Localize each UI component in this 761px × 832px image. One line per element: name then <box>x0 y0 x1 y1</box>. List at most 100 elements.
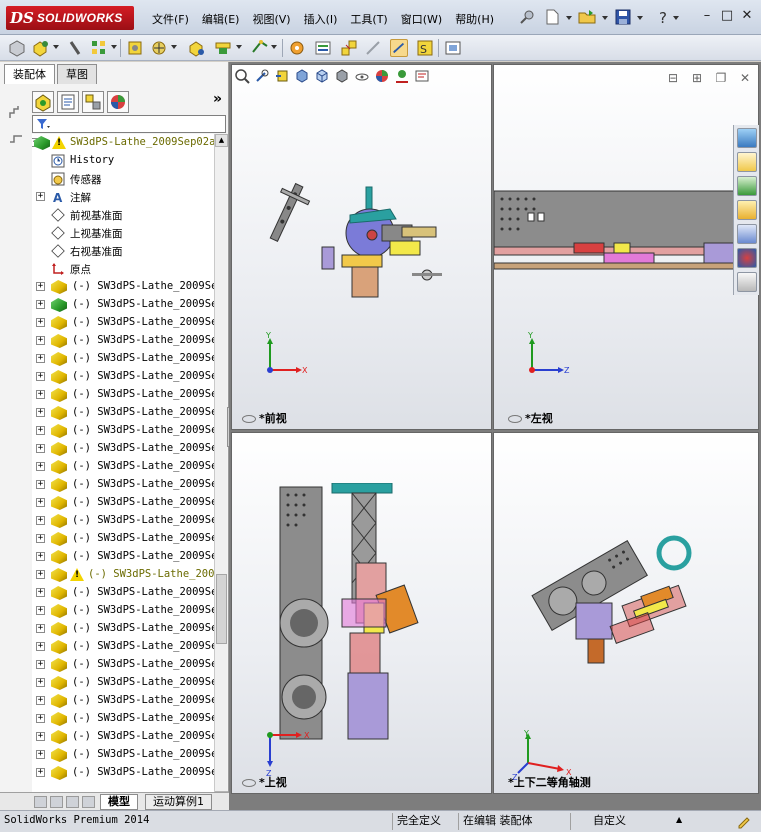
expand-toggle[interactable]: + <box>36 516 45 525</box>
edit-appearance-icon[interactable] <box>374 68 390 84</box>
view-orientation-icon[interactable] <box>314 68 330 84</box>
tree-component[interactable]: + (-) SW3dPS-Lathe_2009Sep <box>32 512 214 530</box>
chevron-down-icon[interactable] <box>171 45 177 49</box>
chevron-down-icon[interactable] <box>673 16 679 20</box>
tree-component[interactable]: + (-) SW3dPS-Lathe_2009Sep <box>32 296 214 314</box>
assembly-icon[interactable] <box>8 39 26 57</box>
configurationmanager-tab[interactable] <box>82 91 104 113</box>
tree-component[interactable]: + (-) SW3dPS-Lathe_2009Sep <box>32 746 214 764</box>
tree-component[interactable]: + (-) SW3dPS-Lathe_2009Sep <box>32 710 214 728</box>
restore-button[interactable]: □ <box>717 6 737 26</box>
move-component-icon[interactable] <box>150 39 168 57</box>
expand-toggle[interactable]: + <box>36 768 45 777</box>
tree-component[interactable]: + (-) SW3dPS-Lathe_2009Sep <box>32 332 214 350</box>
expand-toggle[interactable]: + <box>36 426 45 435</box>
tree-scrollbar[interactable]: ▲ ▼ <box>214 134 228 804</box>
tree-component[interactable]: + (-) SW3dPS-Lathe_2009Sep <box>32 692 214 710</box>
zoom-to-fit-icon[interactable] <box>234 68 250 84</box>
chevron-down-icon[interactable] <box>637 16 643 20</box>
close-button[interactable]: ✕ <box>737 6 757 26</box>
expand-toggle[interactable]: + <box>36 498 45 507</box>
expand-toggle[interactable]: + <box>36 462 45 471</box>
exploded-view-icon[interactable] <box>340 39 358 57</box>
tree-component[interactable]: + (-) SW3dPS-Lathe_2009Sep <box>32 530 214 548</box>
tree-component[interactable]: + (-) SW3dPS-Lathe_2009S <box>32 566 214 584</box>
section-view-icon[interactable] <box>294 68 310 84</box>
take-snapshot-icon[interactable] <box>444 39 462 57</box>
design-library-icon[interactable] <box>737 176 757 196</box>
split-vertical-icon[interactable]: ⊞ <box>690 71 704 85</box>
expand-toggle[interactable]: + <box>36 318 45 327</box>
tree-component[interactable]: + (-) SW3dPS-Lathe_2009Sep <box>32 638 214 656</box>
featuremanager-tab[interactable] <box>32 91 54 113</box>
tree-component[interactable]: + (-) SW3dPS-Lathe_2009Sep <box>32 764 214 782</box>
menu-view[interactable]: 视图(V) <box>246 9 296 29</box>
reference-geometry-icon[interactable] <box>251 39 269 57</box>
tree-feature[interactable]: 右视基准面 <box>32 242 214 260</box>
displaymanager-tab[interactable] <box>107 91 129 113</box>
view-settings-icon[interactable] <box>414 68 430 84</box>
tree-component[interactable]: + (-) SW3dPS-Lathe_2009Sep <box>32 368 214 386</box>
tree-filter[interactable] <box>32 115 226 133</box>
tree-component[interactable]: + (-) SW3dPS-Lathe_2009Sep <box>32 548 214 566</box>
expand-toggle[interactable]: + <box>36 732 45 741</box>
expand-toggle[interactable]: + <box>36 534 45 543</box>
menu-file[interactable]: 文件(F) <box>146 9 195 29</box>
expand-toggle[interactable]: + <box>36 300 45 309</box>
tab-motion-study[interactable]: 运动算例1 <box>145 794 212 810</box>
tree-feature[interactable]: 上视基准面 <box>32 224 214 242</box>
tree-component[interactable]: + (-) SW3dPS-Lathe_2009Sep <box>32 476 214 494</box>
first-tab-icon[interactable] <box>34 796 47 808</box>
tree-root[interactable]: − SW3dPS-Lathe_2009Sep02a <box>32 134 214 152</box>
expand-toggle[interactable]: + <box>36 678 45 687</box>
tree-component[interactable]: + (-) SW3dPS-Lathe_2009Sep <box>32 350 214 368</box>
prev-tab-icon[interactable] <box>50 796 63 808</box>
new-motion-study-icon[interactable] <box>288 39 306 57</box>
expand-toggle[interactable]: + <box>36 624 45 633</box>
expand-toggle[interactable]: + <box>36 696 45 705</box>
tree-component[interactable]: + (-) SW3dPS-Lathe_2009Sep <box>32 386 214 404</box>
help-icon[interactable]: ? <box>655 8 673 26</box>
propertymanager-tab[interactable] <box>57 91 79 113</box>
tree-component[interactable]: + (-) SW3dPS-Lathe_2009Sep <box>32 584 214 602</box>
solidworks-logo[interactable]: DS SOLIDWORKS <box>6 6 134 30</box>
tree-component[interactable]: + (-) SW3dPS-Lathe_2009Sep <box>32 458 214 476</box>
chevron-up-icon[interactable]: ▲ <box>676 815 682 824</box>
mate-icon[interactable] <box>66 39 84 57</box>
linear-pattern-icon[interactable] <box>90 39 108 57</box>
tree-component[interactable]: + (-) SW3dPS-Lathe_2009Sep <box>32 602 214 620</box>
appearances-icon[interactable] <box>737 248 757 268</box>
expand-toggle[interactable]: + <box>36 336 45 345</box>
insert-component-icon[interactable] <box>32 39 50 57</box>
menu-edit[interactable]: 编辑(E) <box>196 9 246 29</box>
bill-of-materials-icon[interactable] <box>314 39 332 57</box>
chevron-down-icon[interactable] <box>236 45 242 49</box>
tab-assembly[interactable]: 装配体 <box>4 64 55 84</box>
tab-model[interactable]: 模型 <box>100 794 138 810</box>
new-document-icon[interactable] <box>543 8 561 26</box>
more-tabs-button[interactable]: » <box>213 91 222 107</box>
assembly-features-icon[interactable] <box>214 39 232 57</box>
chevron-down-icon[interactable] <box>271 45 277 49</box>
viewport-top[interactable]: Z X *上视 <box>231 432 492 794</box>
tree-feature[interactable]: 前视基准面 <box>32 206 214 224</box>
expand-toggle[interactable]: + <box>36 750 45 759</box>
tree-component[interactable]: + (-) SW3dPS-Lathe_2009Sep <box>32 422 214 440</box>
expand-toggle[interactable]: + <box>36 354 45 363</box>
expand-toggle[interactable]: + <box>36 372 45 381</box>
minimize-button[interactable]: – <box>697 6 717 26</box>
menu-tools[interactable]: 工具(T) <box>344 9 393 29</box>
apply-scene-icon[interactable] <box>394 68 410 84</box>
file-explorer-icon[interactable] <box>737 200 757 220</box>
hide-show-items-icon[interactable] <box>354 68 370 84</box>
expand-toggle[interactable]: + <box>36 408 45 417</box>
expand-toggle[interactable]: + <box>36 660 45 669</box>
viewport-left[interactable]: ⊟ ⊞ ❐ ✕ Y Z *左视 <box>493 64 759 430</box>
tree-feature[interactable]: 原点 <box>32 260 214 278</box>
tree-component[interactable]: + (-) SW3dPS-Lathe_2009Sep <box>32 494 214 512</box>
tree-component[interactable]: + (-) SW3dPS-Lathe_2009Sep <box>32 278 214 296</box>
expand-toggle[interactable]: + <box>36 390 45 399</box>
explode-line-sketch-icon[interactable] <box>364 39 382 57</box>
expand-toggle[interactable]: + <box>36 480 45 489</box>
sketch-line-icon[interactable] <box>8 130 24 146</box>
